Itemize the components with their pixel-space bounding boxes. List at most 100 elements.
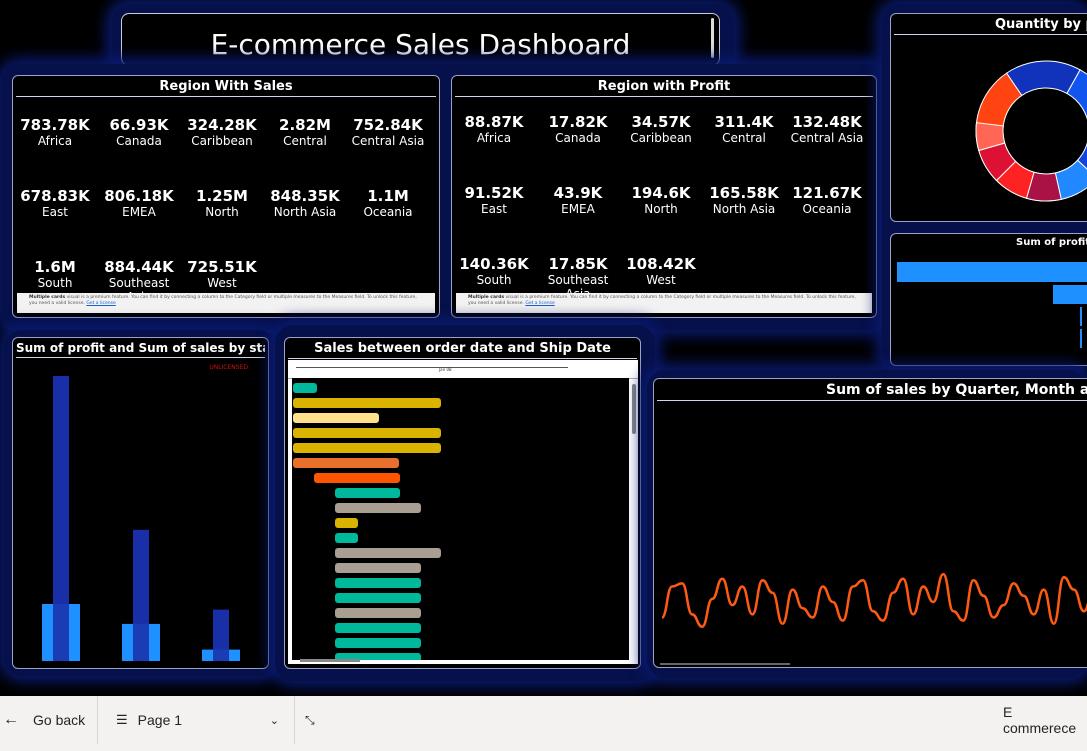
region-profit-title: Region with Profit	[455, 76, 873, 97]
region-card: 848.35K North Asia	[265, 187, 345, 219]
dashboard-title: E-commerce Sales Dashboard	[210, 28, 631, 61]
region-card: 678.83K East	[15, 187, 95, 219]
card-label: North Asia	[712, 202, 776, 216]
gantt-bar[interactable]	[335, 488, 400, 498]
gantt-bar[interactable]	[335, 623, 421, 633]
card-label: EMEA	[561, 202, 595, 216]
gantt-header-label: Jan 08	[439, 367, 452, 372]
region-card: 66.93K Canada	[99, 116, 179, 148]
profit-bar-4[interactable]	[1080, 329, 1082, 348]
card-value: 66.93K	[109, 116, 169, 134]
profit-bar-title: Sum of profit by p	[1016, 237, 1087, 248]
card-value: 678.83K	[20, 187, 90, 205]
state-sales-bar-overlay	[213, 609, 229, 661]
card-value: 108.42K	[626, 255, 696, 273]
card-label: Caribbean	[191, 134, 253, 148]
card-label: Central	[722, 131, 766, 145]
timeline-title: Sum of sales by Quarter, Month and Da	[657, 379, 1087, 401]
fit-to-page-button[interactable]: ⤡	[305, 696, 335, 744]
gantt-bar[interactable]	[293, 398, 441, 408]
profit-bar-1[interactable]	[897, 262, 1087, 282]
gantt-bar[interactable]	[293, 458, 399, 468]
card-value: 17.82K	[548, 113, 608, 131]
card-value: 121.67K	[792, 184, 862, 202]
region-sales-panel: Region With Sales 783.78K Africa 66.93K Can…	[12, 75, 440, 318]
region-card: 324.28K Caribbean	[182, 116, 262, 148]
gantt-bar[interactable]	[335, 563, 421, 573]
region-card: 43.9K EMEA	[538, 184, 618, 216]
card-label: North	[205, 205, 239, 219]
gantt-bar[interactable]	[293, 443, 441, 453]
go-back-button[interactable]: ← Go back	[0, 696, 97, 744]
card-label: South	[37, 276, 73, 290]
card-value: 140.36K	[459, 255, 529, 273]
card-value: 752.84K	[353, 116, 423, 134]
card-label: Canada	[555, 131, 601, 145]
card-label: North	[644, 202, 678, 216]
card-value: 311.4K	[714, 113, 774, 131]
warning-bold: Multiple cards	[29, 295, 66, 300]
page-selector[interactable]: ☰ Page 1 ⌄	[98, 696, 294, 744]
region-card: 91.52K East	[454, 184, 534, 216]
profit-bar-panel: Sum of profit by p	[890, 233, 1087, 366]
gantt-title: Sales between order date and Ship Date	[288, 338, 637, 359]
timeline-panel: Sum of sales by Quarter, Month and Da	[653, 378, 1087, 668]
card-label: Central Asia	[351, 134, 425, 148]
region-card: 725.51K West	[182, 258, 262, 290]
go-back-label: Go back	[33, 712, 86, 728]
gantt-bar[interactable]	[335, 578, 421, 588]
card-label: Africa	[476, 131, 512, 145]
region-card: 108.42K West	[621, 255, 701, 287]
card-label: Africa	[37, 134, 73, 148]
card-value: 848.35K	[270, 187, 340, 205]
profit-bar-2[interactable]	[1053, 285, 1087, 304]
gantt-bar[interactable]	[293, 413, 379, 423]
card-value: 165.58K	[709, 184, 779, 202]
gantt-hscroll[interactable]	[300, 659, 360, 662]
region-card: 132.48K Central Asia	[787, 113, 867, 145]
state-bar-chart[interactable]	[13, 364, 268, 664]
get-license-link[interactable]: Get a license	[525, 301, 554, 306]
donut-chart[interactable]	[891, 36, 1087, 221]
gantt-bar[interactable]	[335, 608, 421, 618]
gantt-bar[interactable]	[314, 473, 400, 483]
region-card: 165.58K North Asia	[704, 184, 784, 216]
region-card: 2.82M Central	[265, 116, 345, 148]
region-card: 34.57K Caribbean	[621, 113, 701, 145]
get-license-link[interactable]: Get a license	[86, 301, 115, 306]
region-card: 194.6K North	[621, 184, 701, 216]
page-label: Page 1	[137, 712, 183, 728]
region-profit-panel: Region with Profit 88.87K Africa 17.82K Can…	[451, 75, 877, 318]
chevron-down-icon: ⌄	[269, 714, 279, 727]
gantt-bar[interactable]	[335, 548, 441, 558]
gantt-bar[interactable]	[335, 533, 358, 543]
gantt-vscroll[interactable]	[632, 384, 636, 434]
card-value: 2.82M	[279, 116, 331, 134]
gantt-bar[interactable]	[293, 428, 441, 438]
state-sales-bar-overlay	[133, 529, 149, 661]
card-label: Oceania	[802, 202, 852, 216]
gantt-bar[interactable]	[293, 383, 317, 393]
gantt-bar[interactable]	[335, 638, 421, 648]
region-card: 752.84K Central Asia	[348, 116, 428, 148]
card-label: Central Asia	[790, 131, 864, 145]
timeline-scrollbar[interactable]	[660, 663, 790, 665]
region-card: 1.6M South	[15, 258, 95, 290]
quantity-donut-title: Quantity by pro	[894, 14, 1087, 35]
collapse-arrows-icon: ⤡	[305, 712, 315, 727]
state-chart-title: Sum of profit and Sum of sales by state	[16, 338, 265, 358]
gantt-bar[interactable]	[335, 518, 358, 528]
card-value: 34.57K	[631, 113, 691, 131]
sales-line[interactable]	[660, 572, 1087, 629]
title-scrollbar[interactable]	[711, 18, 714, 58]
list-icon: ☰	[116, 712, 128, 727]
gantt-bar[interactable]	[335, 593, 421, 603]
gantt-bar[interactable]	[335, 503, 421, 513]
card-label: West	[646, 273, 676, 287]
bottom-navigation-bar: ← Go back ☰ Page 1 ⌄ ⤡ E commerece	[0, 696, 1087, 751]
sales-line-chart[interactable]	[654, 403, 1087, 663]
state-chart-panel: Sum of profit and Sum of sales by state …	[12, 337, 269, 669]
arrow-left-icon: ←	[3, 711, 19, 728]
card-value: 1.25M	[196, 187, 248, 205]
profit-bar-3[interactable]	[1080, 307, 1082, 326]
